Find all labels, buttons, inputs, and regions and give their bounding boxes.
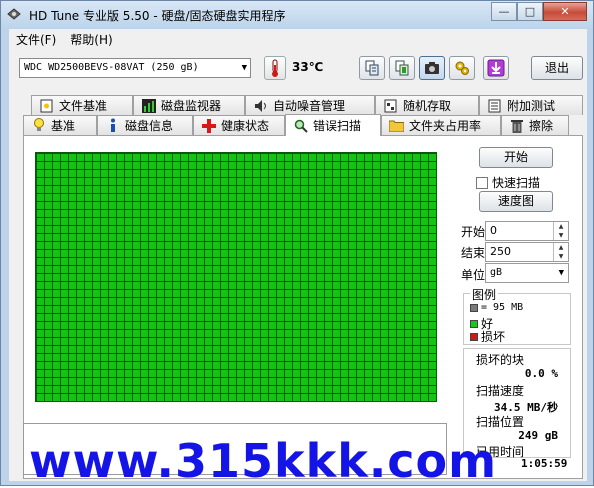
extra-tests-icon xyxy=(487,98,502,113)
start-spinner[interactable]: 0 ▲ ▼ xyxy=(485,221,569,241)
temperature-button[interactable] xyxy=(264,56,286,80)
minimize-button[interactable]: — xyxy=(491,2,517,21)
tab-label: 磁盘信息 xyxy=(125,119,174,133)
save-button[interactable] xyxy=(483,56,509,80)
exit-button[interactable]: 退出 xyxy=(531,56,583,80)
app-window: HD Tune 专业版 5.50 - 硬盘/固态硬盘实用程序 — □ ✕ 文件(… xyxy=(0,0,594,488)
quick-scan-label: 快速扫描 xyxy=(492,176,541,190)
menu-help[interactable]: 帮助(H) xyxy=(63,31,119,48)
tab-health[interactable]: 健康状态 xyxy=(193,115,285,135)
scan-block-grid xyxy=(35,152,437,402)
copy-info-button[interactable] xyxy=(359,56,385,80)
legend-bad-swatch xyxy=(470,332,478,341)
speed-label: 扫描速度 xyxy=(476,384,525,398)
quick-scan-option[interactable]: 快速扫描 xyxy=(476,174,540,191)
legend-good-swatch xyxy=(470,319,478,328)
legend-block-size: = 95 MB xyxy=(470,302,523,313)
legend-title: 图例 xyxy=(470,286,499,303)
quick-scan-checkbox[interactable] xyxy=(476,176,488,189)
drive-select[interactable]: WDC WD2500BEVS-08VAT (250 gB) ▼ xyxy=(19,58,251,78)
unit-value: gB xyxy=(490,267,503,278)
speed-map-button[interactable]: 速度图 xyxy=(479,191,553,212)
thermometer-icon xyxy=(272,59,278,77)
start-value: 0 xyxy=(490,224,497,237)
bar-chart-icon xyxy=(141,98,156,113)
tab-extra-tests[interactable]: 附加测试 xyxy=(479,95,583,115)
menu-file[interactable]: 文件(F) xyxy=(9,31,63,48)
magnifier-icon xyxy=(293,118,308,133)
legend-bad: 损坏 xyxy=(470,328,505,345)
tab-label: 自动噪音管理 xyxy=(273,99,346,113)
maximize-button[interactable]: □ xyxy=(517,2,543,21)
legend-block-size-text: = 95 MB xyxy=(481,302,524,313)
lightbulb-icon xyxy=(31,118,46,133)
damaged-label: 损坏的块 xyxy=(476,353,525,367)
info-icon xyxy=(105,118,120,133)
screenshot-button[interactable] xyxy=(419,56,445,80)
legend-block-swatch xyxy=(470,303,478,312)
spin-up-icon[interactable]: ▲ xyxy=(553,243,568,252)
app-icon xyxy=(7,8,21,20)
site-watermark: www.315kkk.com xyxy=(29,434,498,488)
toolbar: WDC WD2500BEVS-08VAT (250 gB) ▼ 33℃ 退出 xyxy=(9,49,587,91)
tab-label: 附加测试 xyxy=(507,99,556,113)
window-controls: — □ ✕ xyxy=(491,2,587,22)
tab-label: 随机存取 xyxy=(403,99,452,113)
menu-bar: 文件(F) 帮助(H) xyxy=(9,29,587,49)
download-arrow-icon xyxy=(487,59,505,77)
temperature-readout: 33℃ xyxy=(292,60,324,74)
file-benchmark-icon xyxy=(39,98,54,113)
tab-label: 文件基准 xyxy=(59,99,108,113)
options-button[interactable] xyxy=(449,56,475,80)
drive-select-value: WDC WD2500BEVS-08VAT (250 gB) xyxy=(24,62,199,73)
tab-label: 基准 xyxy=(51,119,76,133)
tab-file-benchmark[interactable]: 文件基准 xyxy=(31,95,133,115)
copy-icon xyxy=(365,60,379,76)
tab-disk-info[interactable]: 磁盘信息 xyxy=(97,115,193,135)
title-bar[interactable]: HD Tune 专业版 5.50 - 硬盘/固态硬盘实用程序 — □ ✕ xyxy=(1,1,593,29)
gear-icon xyxy=(455,61,469,75)
chevron-down-icon: ▼ xyxy=(558,268,564,278)
tab-error-scan[interactable]: 错误扫描 xyxy=(285,114,381,136)
random-access-icon xyxy=(383,98,398,113)
spin-up-icon[interactable]: ▲ xyxy=(553,222,568,231)
end-value: 250 xyxy=(490,245,511,258)
tab-label: 错误扫描 xyxy=(313,119,362,133)
close-button[interactable]: ✕ xyxy=(543,2,587,21)
tab-label: 文件夹占用率 xyxy=(409,119,482,133)
speaker-icon xyxy=(253,98,268,113)
elapsed-value: 1:05:59 xyxy=(521,457,568,470)
position-value: 249 gB xyxy=(518,429,558,442)
start-scan-button[interactable]: 开始 xyxy=(479,147,553,168)
unit-label: 单位 xyxy=(461,268,486,282)
copy-all-button[interactable] xyxy=(389,56,415,80)
spin-down-icon[interactable]: ▼ xyxy=(553,252,568,261)
end-label: 结束 xyxy=(461,246,486,260)
tab-label: 磁盘监视器 xyxy=(161,99,222,113)
folder-icon xyxy=(389,118,404,133)
tab-benchmark[interactable]: 基准 xyxy=(23,115,97,135)
tab-folder-usage[interactable]: 文件夹占用率 xyxy=(381,115,501,135)
tab-label: 擦除 xyxy=(529,119,554,133)
spin-down-icon[interactable]: ▼ xyxy=(553,231,568,240)
copy-all-icon xyxy=(395,60,409,76)
end-spinner[interactable]: 250 ▲ ▼ xyxy=(485,242,569,262)
legend-box: 图例 = 95 MB 好 损坏 xyxy=(463,286,571,345)
start-label: 开始 xyxy=(461,225,486,239)
tab-label: 健康状态 xyxy=(221,119,270,133)
chevron-down-icon: ▼ xyxy=(241,63,247,73)
red-cross-icon xyxy=(201,118,216,133)
trash-icon xyxy=(509,118,524,133)
unit-select[interactable]: gB ▼ xyxy=(485,263,569,283)
legend-bad-text: 损坏 xyxy=(481,330,506,344)
damaged-value: 0.0 % xyxy=(524,367,558,380)
tab-noise-management[interactable]: 自动噪音管理 xyxy=(245,95,375,115)
tab-erase[interactable]: 擦除 xyxy=(501,115,569,135)
camera-icon xyxy=(425,62,439,74)
tab-random-access[interactable]: 随机存取 xyxy=(375,95,479,115)
window-title: HD Tune 专业版 5.50 - 硬盘/固态硬盘实用程序 xyxy=(29,9,286,23)
tab-disk-monitor[interactable]: 磁盘监视器 xyxy=(133,95,245,115)
position-label: 扫描位置 xyxy=(476,415,525,429)
